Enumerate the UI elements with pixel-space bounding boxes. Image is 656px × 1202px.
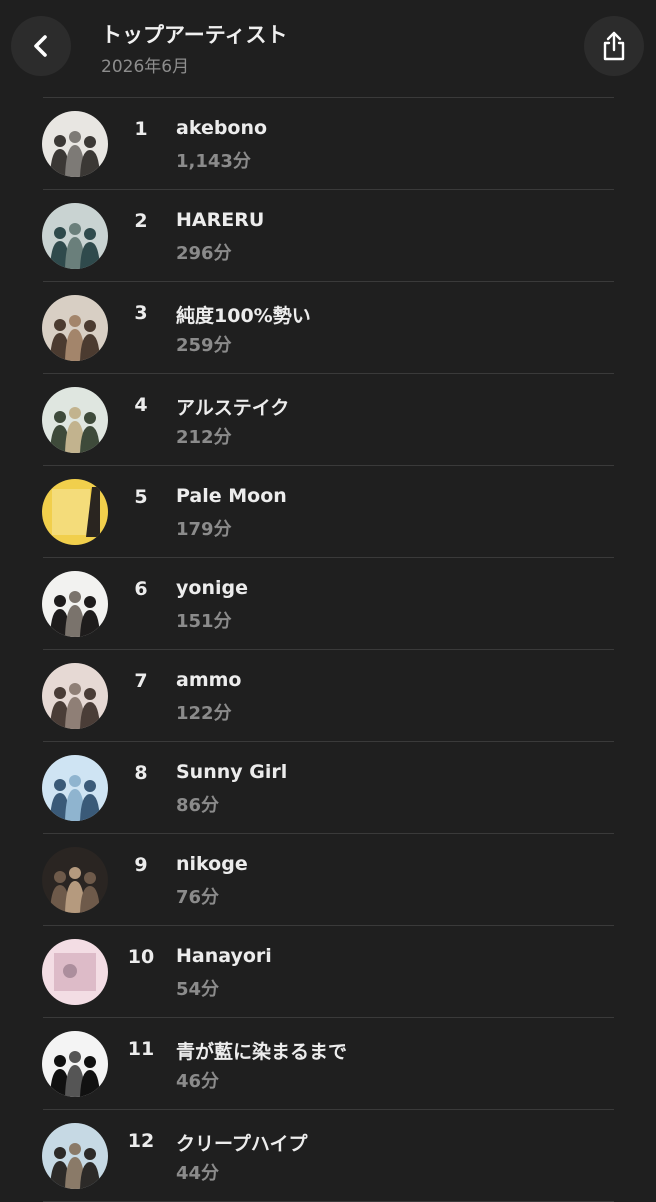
artist-row[interactable]: 5 Pale Moon 179分 bbox=[0, 466, 656, 558]
artist-name: Pale Moon bbox=[176, 485, 287, 507]
avatar-image bbox=[42, 755, 108, 821]
artist-name: nikoge bbox=[176, 853, 248, 875]
share-icon bbox=[603, 31, 625, 61]
page-subtitle: 2026年6月 bbox=[101, 57, 190, 77]
artist-minutes: 122分 bbox=[176, 703, 232, 724]
artist-minutes: 179分 bbox=[176, 519, 232, 540]
artist-row[interactable]: 10 Hanayori 54分 bbox=[0, 926, 656, 1018]
artist-rank: 3 bbox=[134, 302, 148, 324]
chevron-left-icon bbox=[34, 35, 47, 57]
artist-avatar bbox=[42, 847, 108, 913]
artist-name: クリープハイプ bbox=[176, 1133, 308, 1155]
artist-row[interactable]: 4 アルステイク 212分 bbox=[0, 374, 656, 466]
artist-avatar bbox=[42, 1123, 108, 1189]
artist-minutes: 76分 bbox=[176, 887, 220, 908]
artist-name: yonige bbox=[176, 577, 248, 599]
artist-rank: 8 bbox=[134, 762, 148, 784]
artist-row[interactable]: 6 yonige 151分 bbox=[0, 558, 656, 650]
artist-avatar bbox=[42, 663, 108, 729]
avatar-image bbox=[42, 479, 108, 545]
artist-list: 1 akebono 1,143分 2 HARERU 296分 3 純度100%勢… bbox=[0, 98, 656, 1202]
back-button[interactable] bbox=[11, 16, 71, 76]
artist-avatar bbox=[42, 387, 108, 453]
avatar-image bbox=[42, 295, 108, 361]
artist-rank: 6 bbox=[134, 578, 148, 600]
artist-row[interactable]: 8 Sunny Girl 86分 bbox=[0, 742, 656, 834]
artist-row[interactable]: 11 青が藍に染まるまで 46分 bbox=[0, 1018, 656, 1110]
artist-minutes: 1,143分 bbox=[176, 151, 251, 172]
artist-rank: 11 bbox=[127, 1038, 155, 1060]
avatar-image bbox=[42, 1031, 108, 1097]
avatar-image bbox=[42, 203, 108, 269]
artist-name: HARERU bbox=[176, 209, 265, 231]
artist-name: 純度100%勢い bbox=[176, 305, 311, 327]
artist-minutes: 46分 bbox=[176, 1071, 220, 1092]
artist-avatar bbox=[42, 939, 108, 1005]
artist-rank: 1 bbox=[134, 118, 148, 140]
artist-row[interactable]: 1 akebono 1,143分 bbox=[0, 98, 656, 190]
artist-name: akebono bbox=[176, 117, 268, 139]
artist-minutes: 86分 bbox=[176, 795, 220, 816]
artist-rank: 7 bbox=[134, 670, 148, 692]
artist-minutes: 259分 bbox=[176, 335, 232, 356]
avatar-image bbox=[42, 111, 108, 177]
artist-row[interactable]: 9 nikoge 76分 bbox=[0, 834, 656, 926]
avatar-image bbox=[42, 663, 108, 729]
artist-row[interactable]: 2 HARERU 296分 bbox=[0, 190, 656, 282]
artist-rank: 5 bbox=[134, 486, 148, 508]
artist-avatar bbox=[42, 111, 108, 177]
avatar-image bbox=[42, 939, 108, 1005]
artist-avatar bbox=[42, 295, 108, 361]
page-title: トップアーティスト bbox=[101, 23, 288, 47]
artist-rank: 12 bbox=[127, 1130, 155, 1152]
artist-minutes: 151分 bbox=[176, 611, 232, 632]
avatar-image bbox=[42, 571, 108, 637]
artist-rank: 10 bbox=[127, 946, 155, 968]
avatar-image bbox=[42, 387, 108, 453]
artist-minutes: 44分 bbox=[176, 1163, 220, 1184]
share-button[interactable] bbox=[584, 16, 644, 76]
artist-rank: 2 bbox=[134, 210, 148, 232]
artist-minutes: 296分 bbox=[176, 243, 232, 264]
artist-name: Hanayori bbox=[176, 945, 272, 967]
artist-avatar bbox=[42, 479, 108, 545]
artist-avatar bbox=[42, 1031, 108, 1097]
artist-minutes: 54分 bbox=[176, 979, 220, 1000]
avatar-image bbox=[42, 1123, 108, 1189]
artist-row[interactable]: 3 純度100%勢い 259分 bbox=[0, 282, 656, 374]
artist-name: ammo bbox=[176, 669, 242, 691]
artist-name: 青が藍に染まるまで bbox=[176, 1041, 348, 1063]
header: トップアーティスト 2026年6月 bbox=[0, 0, 656, 98]
artist-avatar bbox=[42, 203, 108, 269]
artist-avatar bbox=[42, 571, 108, 637]
artist-row[interactable]: 7 ammo 122分 bbox=[0, 650, 656, 742]
artist-row[interactable]: 12 クリープハイプ 44分 bbox=[0, 1110, 656, 1202]
artist-rank: 4 bbox=[134, 394, 148, 416]
avatar-image bbox=[42, 847, 108, 913]
artist-name: アルステイク bbox=[176, 397, 290, 419]
artist-rank: 9 bbox=[134, 854, 148, 876]
artist-minutes: 212分 bbox=[176, 427, 232, 448]
artist-avatar bbox=[42, 755, 108, 821]
artist-name: Sunny Girl bbox=[176, 761, 288, 783]
